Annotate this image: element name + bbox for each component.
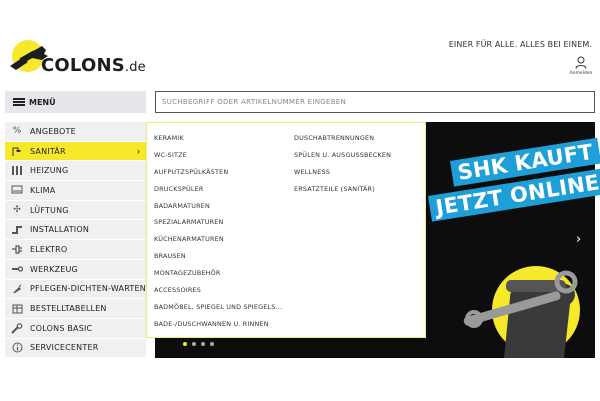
percent-icon: % [12, 126, 22, 137]
flyout-link[interactable]: KERAMIK [154, 131, 282, 148]
sidebar-item-klima[interactable]: KLIMA [5, 181, 146, 201]
sidebar-item-label: INSTALLATION [30, 225, 90, 235]
pipe-icon [10, 223, 24, 237]
sidebar-item-werkzeug[interactable]: WERKZEUG [5, 260, 146, 280]
sidebar-item-angebote[interactable]: % ANGEBOTE [5, 122, 146, 142]
sidebar-item-installation[interactable]: INSTALLATION [5, 220, 146, 241]
flyout-link[interactable]: SPEZIALARMATUREN [154, 215, 282, 232]
hamburger-icon [13, 98, 25, 106]
sidebar-item-lueftung[interactable]: ✣ LÜFTUNG [5, 201, 146, 221]
table-icon [10, 302, 24, 316]
tool-icon [10, 262, 24, 276]
flyout-link[interactable]: ACCESSOIRES [154, 283, 282, 300]
sidebar-item-label: BESTELLTABELLEN [30, 304, 107, 314]
carousel-dot[interactable] [210, 342, 214, 346]
flyout-column-1: KERAMIK WC-SITZE AUFPUTZSPÜLKÄSTEN DRUCK… [154, 131, 282, 334]
sidebar-item-servicecenter[interactable]: SERVICECENTER [5, 339, 146, 359]
flyout-link[interactable]: ERSATZTEILE (SANITÄR) [294, 182, 391, 199]
sidebar-item-label: SERVICECENTER [30, 343, 99, 353]
menu-button[interactable]: MENÜ [5, 91, 146, 113]
banner-bottom-strip [155, 338, 426, 358]
carousel-dot[interactable] [192, 342, 196, 346]
flyout-link[interactable]: MONTAGEZUBEHÖR [154, 266, 282, 283]
sidebar-item-label: WERKZEUG [30, 264, 78, 274]
plug-icon [10, 242, 24, 256]
account-button[interactable]: Anmelden [568, 56, 594, 76]
radiator-icon [10, 164, 24, 178]
search-bar [155, 91, 595, 113]
flyout-link[interactable]: BADMÖBEL, SPIEGEL UND SPIEGELS... [154, 300, 282, 317]
search-input[interactable] [162, 98, 594, 106]
category-sidebar: % ANGEBOTE SANITÄR › HEIZUNG KLIMA ✣ LÜF… [5, 122, 146, 359]
air-conditioner-icon [10, 183, 24, 197]
fan-icon: ✣ [13, 205, 21, 216]
menu-label: MENÜ [29, 97, 56, 107]
sidebar-item-label: SANITÄR [30, 146, 66, 156]
flyout-link[interactable]: AUFPUTZSPÜLKÄSTEN [154, 165, 282, 182]
flyout-link[interactable]: BADE-/DUSCHWANNEN U. RINNEN [154, 317, 282, 334]
flyout-link[interactable]: WELLNESS [294, 165, 391, 182]
sanitaer-flyout-menu: KERAMIK WC-SITZE AUFPUTZSPÜLKÄSTEN DRUCK… [146, 122, 426, 338]
sidebar-item-label: KLIMA [30, 185, 56, 195]
wrench-icon [10, 321, 24, 335]
flyout-link[interactable]: BRAUSEN [154, 249, 282, 266]
sidebar-item-bestelltabellen[interactable]: BESTELLTABELLEN [5, 299, 146, 319]
info-icon [10, 341, 24, 355]
carousel-dot[interactable] [201, 342, 205, 346]
sidebar-item-sanitaer[interactable]: SANITÄR › [5, 141, 146, 162]
sidebar-item-label: PFLEGEN-DICHTEN-WARTEN [30, 284, 146, 294]
flyout-link[interactable]: DRUCKSPÜLER [154, 182, 282, 199]
brand-name: COLONS.de [41, 55, 146, 76]
sidebar-item-label: HEIZUNG [30, 166, 69, 176]
flyout-link[interactable]: SPÜLEN U. AUSGUSSBECKEN [294, 148, 391, 165]
brand-tld: .de [124, 60, 146, 75]
shower-icon [10, 144, 24, 158]
carousel-next-icon[interactable]: › [576, 232, 581, 247]
flyout-link[interactable]: BADARMATUREN [154, 199, 282, 216]
chevron-right-icon: › [137, 146, 140, 157]
flyout-column-2: DUSCHABTRENNUNGEN SPÜLEN U. AUSGUSSBECKE… [294, 131, 391, 199]
carousel-dots [183, 342, 214, 346]
flyout-link[interactable]: DUSCHABTRENNUNGEN [294, 131, 391, 148]
sidebar-item-label: ELEKTRO [30, 244, 68, 254]
user-icon [575, 56, 587, 69]
spray-icon [10, 282, 24, 296]
flyout-link[interactable]: KÜCHENARMATUREN [154, 232, 282, 249]
sidebar-item-pflegen-dichten-warten[interactable]: PFLEGEN-DICHTEN-WARTEN [5, 280, 146, 300]
brand-main: COLONS [41, 55, 125, 76]
sidebar-item-label: ANGEBOTE [30, 126, 76, 136]
tagline: EINER FÜR ALLE. ALLES BEI EINEM. [448, 40, 592, 49]
sidebar-item-colons-basic[interactable]: COLONS BASIC [5, 319, 146, 339]
sidebar-item-label: COLONS BASIC [30, 323, 93, 333]
account-label: Anmelden [569, 71, 593, 76]
flyout-link[interactable]: WC-SITZE [154, 148, 282, 165]
sidebar-item-elektro[interactable]: ELEKTRO [5, 240, 146, 260]
sidebar-item-label: LÜFTUNG [30, 205, 69, 215]
carousel-dot[interactable] [183, 342, 187, 346]
sidebar-item-heizung[interactable]: HEIZUNG [5, 161, 146, 182]
